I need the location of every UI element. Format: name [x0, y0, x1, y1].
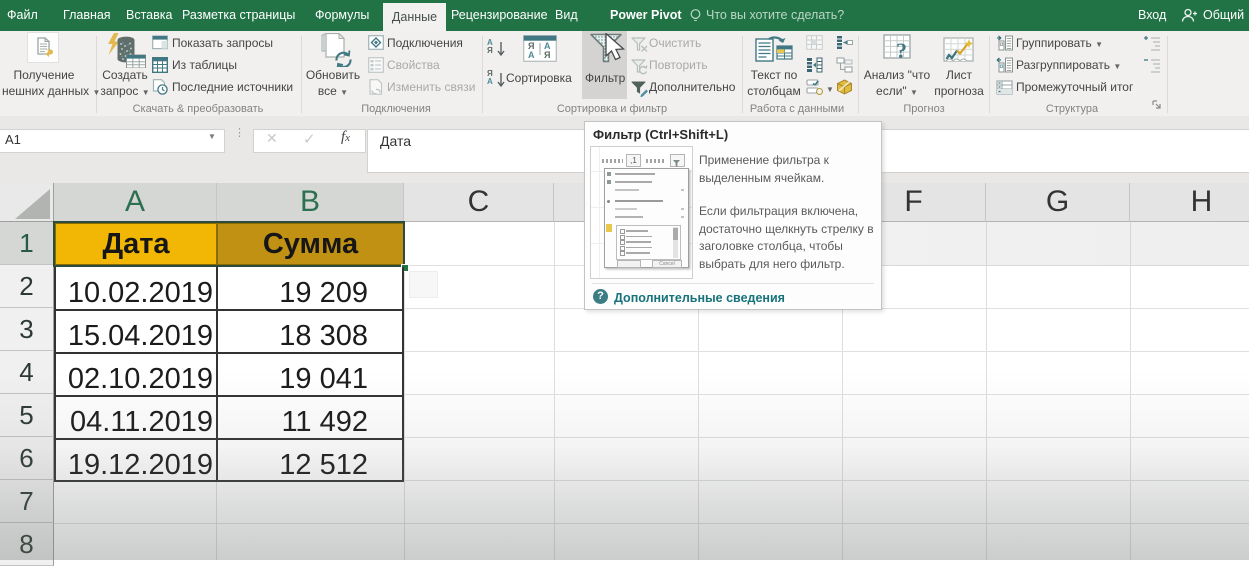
svg-text:?: ? — [896, 38, 907, 62]
svg-text:Я: Я — [544, 50, 550, 60]
svg-text:А: А — [528, 50, 535, 60]
